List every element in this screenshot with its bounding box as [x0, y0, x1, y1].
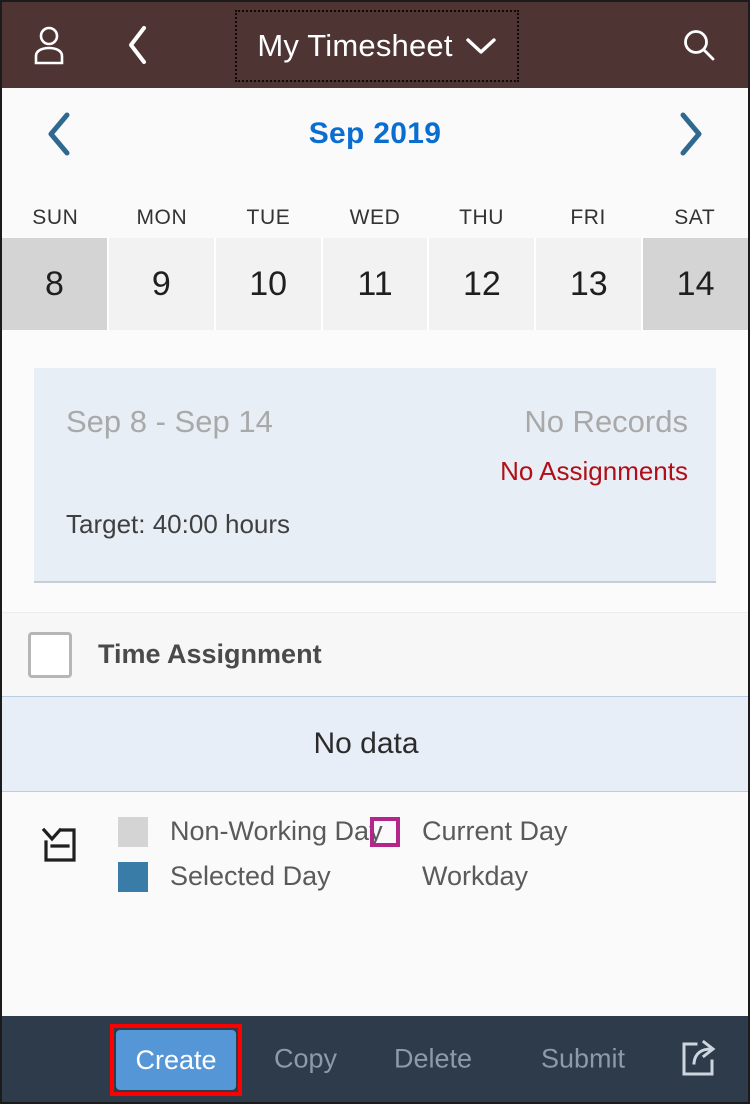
copy-button[interactable]: Copy: [268, 1036, 343, 1083]
week-summary-card[interactable]: Sep 8 - Sep 14 No Records No Assignments…: [34, 368, 716, 583]
bottom-toolbar: Create Copy Delete Submit: [2, 1016, 748, 1102]
collapse-group-icon[interactable]: [32, 816, 88, 872]
assignments-status: No Assignments: [500, 456, 688, 486]
legend-label: Current Day: [422, 816, 568, 846]
weekday-header-row: SUN MON TUE WED THU FRI SAT: [2, 180, 748, 238]
weekday-label: MON: [136, 206, 188, 229]
legend-item-selected-day: Selected Day: [118, 861, 370, 892]
date-range-label: Sep 8 - Sep 14: [66, 404, 273, 439]
prev-month-button[interactable]: [32, 104, 86, 164]
legend-swatch-current-day: [370, 816, 400, 847]
title-dropdown-button[interactable]: My Timesheet: [235, 10, 519, 82]
legend-label: Workday: [422, 861, 529, 891]
calendar-legend: Non-Working Day Current Day Selected Day…: [2, 792, 748, 1016]
weekday-label: SUN: [32, 206, 79, 229]
table-empty-row: No data: [2, 696, 748, 792]
app-header: My Timesheet: [2, 2, 748, 88]
records-count-label: No Records: [524, 404, 688, 439]
create-button[interactable]: Create: [116, 1030, 236, 1090]
day-cell[interactable]: 11: [322, 238, 428, 330]
month-label: Sep 2019: [308, 117, 442, 150]
chevron-down-icon: [465, 36, 497, 56]
target-hours-label: Target: 40:00 hours: [66, 509, 291, 539]
legend-item-non-working-day: Non-Working Day: [118, 816, 383, 847]
day-cell[interactable]: 9: [108, 238, 214, 330]
legend-label: Selected Day: [170, 861, 331, 891]
day-cells-row: 8 9 10 11 12 13 14: [2, 238, 748, 330]
legend-item-current-day: Current Day: [370, 816, 568, 847]
legend-label: Non-Working Day: [170, 816, 383, 846]
time-assignment-row[interactable]: Time Assignment: [2, 612, 748, 696]
no-data-text: No data: [313, 727, 419, 760]
day-cell[interactable]: 12: [429, 238, 535, 330]
delete-button[interactable]: Delete: [388, 1036, 478, 1083]
share-export-icon[interactable]: [670, 1031, 726, 1087]
legend-grid: Non-Working Day Current Day Selected Day…: [118, 816, 568, 892]
legend-item-workday: Workday: [370, 861, 568, 892]
summary-top-row: Sep 8 - Sep 14 No Records: [66, 404, 688, 440]
person-icon[interactable]: [22, 15, 76, 75]
month-navigation: Sep 2019: [2, 88, 748, 180]
timesheet-app: My Timesheet Sep 2019 SUN MON TUE WED TH…: [0, 0, 750, 1104]
day-cell[interactable]: 13: [536, 238, 642, 330]
weekday-label: WED: [349, 206, 401, 229]
summary-card-zone: Sep 8 - Sep 14 No Records No Assignments…: [2, 330, 748, 612]
weekday-label: TUE: [246, 206, 291, 229]
search-icon[interactable]: [672, 18, 726, 72]
weekday-label: FRI: [570, 206, 606, 229]
legend-swatch-selected-day: [118, 861, 148, 892]
day-cell[interactable]: 8: [2, 238, 107, 330]
legend-swatch-non-working-day: [118, 816, 148, 847]
weekday-label: SAT: [674, 206, 716, 229]
time-assignment-label: Time Assignment: [98, 639, 322, 669]
page-title: My Timesheet: [257, 28, 453, 63]
time-assignment-checkbox[interactable]: [28, 631, 72, 678]
next-month-button[interactable]: [664, 104, 718, 164]
day-cell[interactable]: 14: [643, 238, 748, 330]
weekday-label: THU: [459, 206, 505, 229]
day-cell[interactable]: 10: [215, 238, 321, 330]
back-button[interactable]: [110, 15, 164, 75]
legend-swatch-workday: [370, 862, 400, 892]
submit-button[interactable]: Submit: [535, 1036, 631, 1083]
